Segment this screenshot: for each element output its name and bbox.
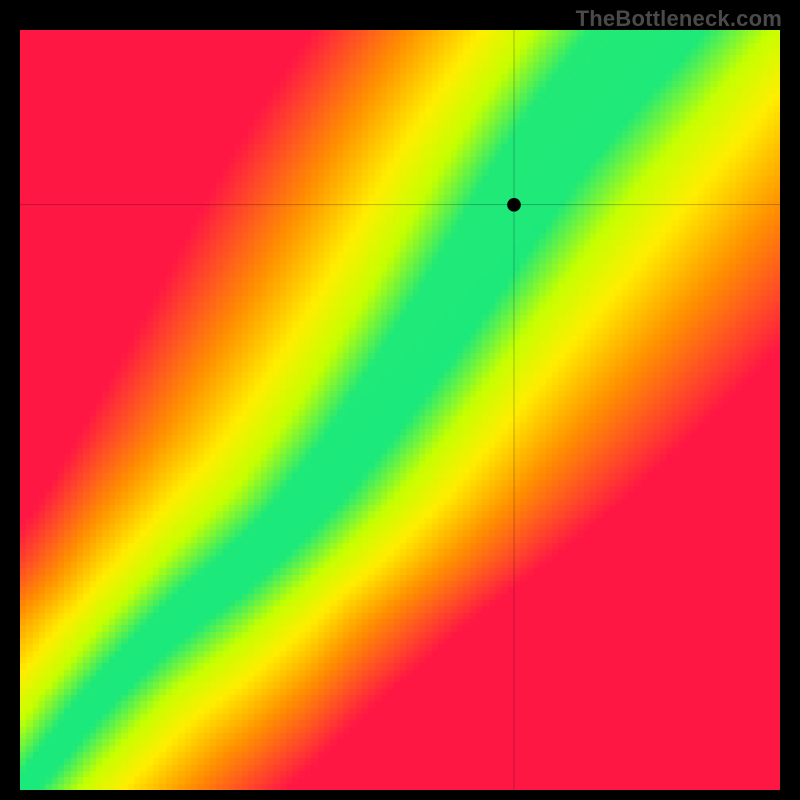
watermark-text: TheBottleneck.com [576, 6, 782, 32]
chart-container: TheBottleneck.com [0, 0, 800, 800]
heatmap-canvas [20, 30, 780, 790]
